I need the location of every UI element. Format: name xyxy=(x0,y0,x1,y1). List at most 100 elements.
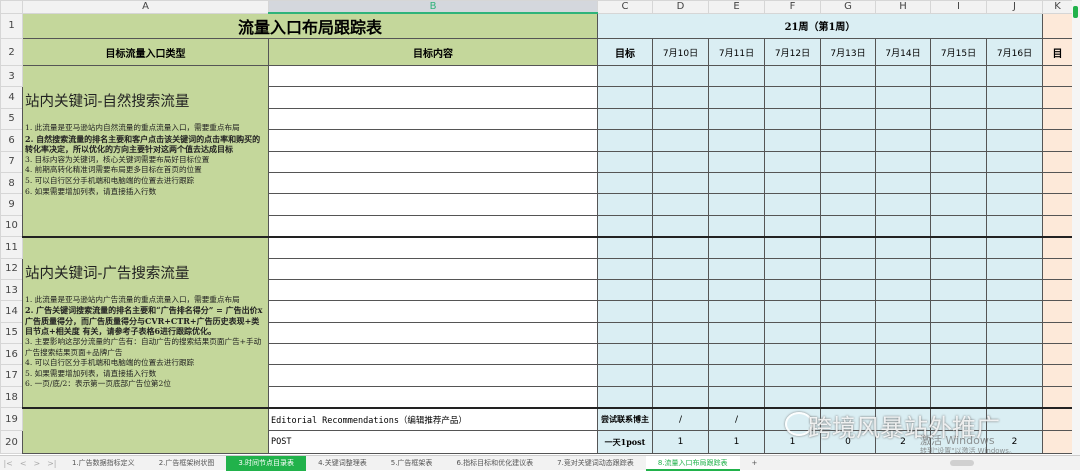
target-cell[interactable] xyxy=(597,364,653,387)
value-cell[interactable] xyxy=(708,321,765,345)
value-cell[interactable] xyxy=(875,64,931,88)
value-cell[interactable] xyxy=(986,86,1043,109)
row-header[interactable]: 16 xyxy=(0,343,23,366)
row-header[interactable]: 11 xyxy=(0,236,23,259)
value-cell[interactable] xyxy=(986,321,1043,345)
value-cell[interactable] xyxy=(986,278,1043,302)
value-cell[interactable] xyxy=(875,193,931,216)
date-header[interactable]: 7月10日 xyxy=(652,38,709,66)
value-cell[interactable] xyxy=(930,64,987,88)
value-cell[interactable]: 1 xyxy=(708,430,765,455)
date-header[interactable]: 7月14日 xyxy=(875,38,931,66)
sheet-tab[interactable]: 7.竞对关键词动态跟踪表 xyxy=(545,456,646,471)
value-cell[interactable] xyxy=(708,300,765,323)
value-cell[interactable] xyxy=(986,343,1043,366)
target-cell[interactable]: 尝试联系博主 xyxy=(597,407,653,432)
value-cell[interactable] xyxy=(820,107,876,131)
value-cell[interactable] xyxy=(652,64,709,88)
week-label[interactable]: 21周（第1周） xyxy=(597,12,1043,39)
cell[interactable] xyxy=(1042,150,1073,173)
value-cell[interactable] xyxy=(652,150,709,173)
date-header[interactable]: 7月11日 xyxy=(708,38,765,66)
value-cell[interactable] xyxy=(986,193,1043,216)
column-header[interactable]: A xyxy=(22,0,269,14)
cell[interactable] xyxy=(1042,343,1073,366)
value-cell[interactable] xyxy=(986,257,1043,280)
cell[interactable] xyxy=(1042,407,1073,432)
value-cell[interactable] xyxy=(764,236,821,259)
content-cell[interactable] xyxy=(268,385,598,409)
value-cell[interactable] xyxy=(652,385,709,409)
prev-sheet-button[interactable]: < xyxy=(20,459,27,468)
value-cell[interactable] xyxy=(820,236,876,259)
content-cell[interactable] xyxy=(268,171,598,195)
row-header[interactable]: 2 xyxy=(0,38,23,66)
value-cell[interactable] xyxy=(652,129,709,152)
value-cell[interactable]: / xyxy=(708,407,765,432)
value-cell[interactable] xyxy=(875,214,931,238)
value-cell[interactable] xyxy=(986,214,1043,238)
row-header[interactable]: 9 xyxy=(0,193,23,216)
value-cell[interactable] xyxy=(764,171,821,195)
sheet-title[interactable]: 流量入口布局跟踪表 xyxy=(22,12,598,39)
value-cell[interactable] xyxy=(820,278,876,302)
value-cell[interactable] xyxy=(764,107,821,131)
value-cell[interactable] xyxy=(820,343,876,366)
header-content[interactable]: 目标内容 xyxy=(268,38,598,66)
row-header[interactable]: 7 xyxy=(0,150,23,173)
vertical-scrollbar[interactable] xyxy=(1072,0,1080,455)
value-cell[interactable] xyxy=(986,300,1043,323)
cell[interactable] xyxy=(1042,364,1073,387)
value-cell[interactable] xyxy=(708,214,765,238)
value-cell[interactable] xyxy=(930,150,987,173)
value-cell[interactable] xyxy=(708,171,765,195)
value-cell[interactable] xyxy=(820,364,876,387)
value-cell[interactable] xyxy=(875,107,931,131)
target-cell[interactable] xyxy=(597,150,653,173)
value-cell[interactable] xyxy=(708,86,765,109)
value-cell[interactable] xyxy=(875,257,931,280)
row-header[interactable]: 19 xyxy=(0,407,23,432)
content-cell[interactable] xyxy=(268,193,598,216)
target-cell[interactable] xyxy=(597,300,653,323)
date-header[interactable]: 7月16日 xyxy=(986,38,1043,66)
sheet-tab[interactable]: 6.指标目标和优化建议表 xyxy=(444,456,545,471)
cell[interactable] xyxy=(22,407,269,455)
select-all-corner[interactable] xyxy=(0,0,23,14)
value-cell[interactable] xyxy=(820,86,876,109)
value-cell[interactable] xyxy=(708,129,765,152)
value-cell[interactable] xyxy=(764,214,821,238)
value-cell[interactable] xyxy=(986,64,1043,88)
value-cell[interactable] xyxy=(708,364,765,387)
section-ad-search[interactable]: 站内关键词-广告搜索流量 1. 此流量是亚马逊站内广告流量的重点流量入口，需要重点… xyxy=(22,236,269,409)
value-cell[interactable] xyxy=(875,129,931,152)
cell[interactable] xyxy=(1042,107,1073,131)
content-cell[interactable] xyxy=(268,236,598,259)
value-cell[interactable] xyxy=(820,150,876,173)
value-cell[interactable] xyxy=(986,364,1043,387)
value-cell[interactable] xyxy=(930,129,987,152)
value-cell[interactable] xyxy=(764,257,821,280)
target-cell[interactable] xyxy=(597,343,653,366)
value-cell[interactable] xyxy=(820,64,876,88)
section-natural-search[interactable]: 站内关键词-自然搜索流量 1. 此流量是亚马逊站内自然流量的重点流量入口，需要重点… xyxy=(22,64,269,238)
value-cell[interactable] xyxy=(652,343,709,366)
sheet-tab[interactable]: 4.关键词整理表 xyxy=(306,456,379,471)
date-header[interactable]: 7月13日 xyxy=(820,38,876,66)
cell[interactable] xyxy=(1042,321,1073,345)
value-cell[interactable] xyxy=(764,321,821,345)
value-cell[interactable] xyxy=(764,129,821,152)
value-cell[interactable] xyxy=(820,300,876,323)
target-cell[interactable] xyxy=(597,86,653,109)
row-header[interactable]: 4 xyxy=(0,86,23,109)
value-cell[interactable] xyxy=(652,236,709,259)
value-cell[interactable] xyxy=(652,86,709,109)
column-header[interactable]: K xyxy=(1042,0,1073,14)
content-cell[interactable] xyxy=(268,364,598,387)
target-cell[interactable] xyxy=(597,321,653,345)
value-cell[interactable] xyxy=(708,343,765,366)
target-cell[interactable] xyxy=(597,257,653,280)
value-cell[interactable] xyxy=(652,214,709,238)
value-cell[interactable] xyxy=(986,236,1043,259)
value-cell[interactable] xyxy=(708,150,765,173)
